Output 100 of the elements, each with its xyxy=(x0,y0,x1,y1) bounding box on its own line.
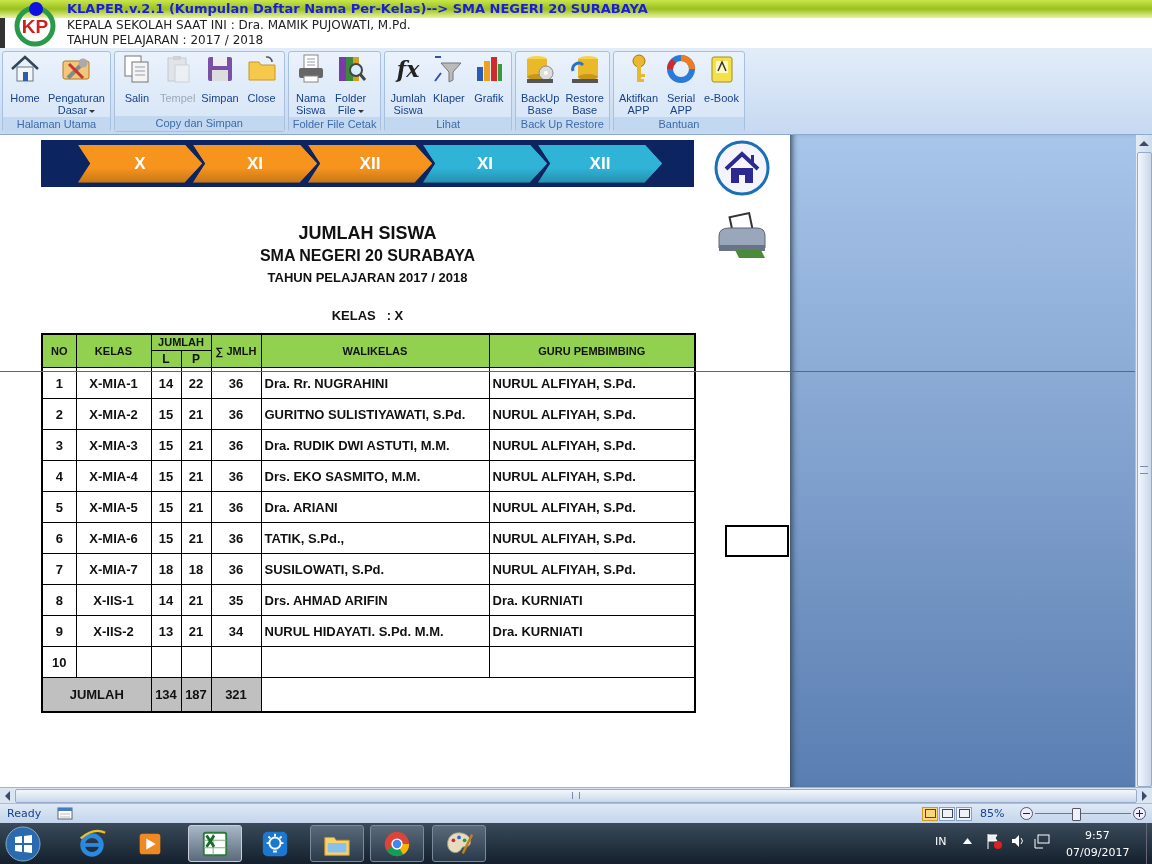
taskbar-button[interactable] xyxy=(310,825,364,862)
table-cell: 2 xyxy=(42,398,76,430)
column-header: GURU PEMBIMBING xyxy=(489,334,695,368)
table-cell: Drs. AHMAD ARIFIN xyxy=(261,584,489,616)
table-cell: 4 xyxy=(42,460,76,492)
caret-icon[interactable] xyxy=(963,838,972,844)
table-cell: 36 xyxy=(211,553,261,585)
column-header: KELAS xyxy=(76,334,151,368)
vertical-scrollbar[interactable] xyxy=(1135,135,1152,787)
view-button[interactable] xyxy=(956,806,972,821)
status-text: Ready xyxy=(6,807,43,820)
school-year: TAHUN PELAJARAN 2017 / 2018 xyxy=(267,270,468,285)
ribbon-button[interactable]: BackUp Base xyxy=(517,52,563,117)
funnel-icon xyxy=(432,53,465,85)
table-cell: X-IIS-2 xyxy=(76,615,151,647)
table-cell: Dra. ARIANI xyxy=(261,491,489,523)
column-header: ∑ JMLH xyxy=(211,334,261,368)
ribbon-group-label: Folder File Cetak xyxy=(288,117,381,132)
table-cell: 18 xyxy=(151,553,181,585)
table-cell: Drs. EKO SASMITO, M.M. xyxy=(261,460,489,492)
browser-icon xyxy=(77,828,107,859)
ribbon-button[interactable]: Restore Base xyxy=(562,52,607,117)
ribbon-group-label: Lihat xyxy=(385,117,511,132)
table-cell: 36 xyxy=(211,491,261,523)
ribbon-button[interactable]: Pengaturan Dasar xyxy=(45,52,108,117)
ribbon-button[interactable]: Serial APP xyxy=(661,52,702,117)
table-cell: 36 xyxy=(211,460,261,492)
total-label: JUMLAH xyxy=(42,677,151,712)
table-cell: 8 xyxy=(42,584,76,616)
house-icon xyxy=(9,53,41,85)
input-language[interactable]: IN xyxy=(935,835,947,848)
table-cell: 15 xyxy=(151,429,181,461)
table-cell: 14 xyxy=(151,584,181,616)
column-header: NO xyxy=(42,334,76,368)
taskbar-button[interactable] xyxy=(188,825,242,862)
class-label: KELAS : X xyxy=(331,308,404,323)
flag-icon[interactable] xyxy=(986,833,1002,849)
ribbon-group-label: Back Up Restore xyxy=(515,117,609,132)
table-cell: 7 xyxy=(42,553,76,585)
table-cell: 36 xyxy=(211,398,261,430)
home-button[interactable] xyxy=(714,139,770,197)
table-cell: 36 xyxy=(211,522,261,554)
view-button[interactable] xyxy=(922,806,938,821)
function-icon: fx xyxy=(392,53,425,85)
logo-text: KP xyxy=(21,16,49,37)
clock-date[interactable]: 07/09/2017 xyxy=(1066,846,1130,859)
zoom-in-button[interactable] xyxy=(1133,807,1146,820)
ribbon-button[interactable]: Simpan xyxy=(198,52,242,116)
ribbon-button[interactable]: Home xyxy=(5,52,45,117)
table-cell: X-IIS-1 xyxy=(76,584,151,616)
taskbar-button[interactable] xyxy=(432,825,486,862)
table-cell: 35 xyxy=(211,584,261,616)
ribbon-button[interactable]: e-Book xyxy=(701,52,742,117)
column-header: JUMLAH xyxy=(151,334,211,351)
zoom-out-button[interactable] xyxy=(1020,807,1033,820)
ribbon-button[interactable]: Folder File xyxy=(330,52,371,117)
table-cell: GURITNO SULISTIYAWATI, S.Pd. xyxy=(261,398,489,430)
table-cell: 21 xyxy=(181,491,211,523)
ribbon-group-label: Bantuan xyxy=(613,117,744,132)
table-cell: X-MIA-6 xyxy=(76,522,151,554)
table-cell: 13 xyxy=(151,615,181,647)
app-title: KLAPER.v.2.1 (Kumpulan Daftar Nama Per-Kelas)--> SMA NEGERI 20 SURABAYA xyxy=(0,0,1152,18)
table-cell: 21 xyxy=(181,615,211,647)
zoom-level: 85% xyxy=(980,807,1006,820)
table-cell: X-MIA-7 xyxy=(76,553,151,585)
ribbon-button[interactable]: Aktifkan APP xyxy=(615,52,662,117)
table-cell: X-MIA-3 xyxy=(76,429,151,461)
network-icon[interactable] xyxy=(1034,833,1050,849)
table-cell: 21 xyxy=(181,429,211,461)
view-button[interactable] xyxy=(939,806,955,821)
zoom-slider-thumb[interactable] xyxy=(1072,807,1082,821)
table-cell: 15 xyxy=(151,522,181,554)
speaker-icon[interactable] xyxy=(1011,834,1025,848)
ring-icon xyxy=(665,53,698,85)
table-cell: NURUL HIDAYATI. S.Pd. M.M. xyxy=(261,615,489,647)
table-cell: 6 xyxy=(42,522,76,554)
table-cell: 3 xyxy=(42,429,76,461)
school-year-label: TAHUN PELAJARAN : 2017 / 2018 xyxy=(67,33,265,48)
school-name: SMA NEGERI 20 SURABAYA xyxy=(259,247,476,265)
table-cell: 5 xyxy=(42,491,76,523)
ribbon-button[interactable]: Close xyxy=(241,52,282,116)
table-cell: X-MIA-4 xyxy=(76,460,151,492)
ribbon-button[interactable]: Nama Siswa xyxy=(290,52,331,117)
ribbon-button[interactable]: Salin xyxy=(116,52,157,116)
table-cell: 34 xyxy=(211,615,261,647)
table-cell: 10 xyxy=(42,646,76,678)
clock-time[interactable]: 9:57 xyxy=(1085,829,1110,842)
ribbon-button[interactable]: fx Jumlah Siswa xyxy=(387,52,429,117)
ribbon-group-label: Halaman Utama xyxy=(3,117,110,132)
ribbon-button[interactable]: Grafik xyxy=(468,52,509,117)
table-cell: 15 xyxy=(151,398,181,430)
table-cell: X-MIA-5 xyxy=(76,491,151,523)
table-cell: 21 xyxy=(181,398,211,430)
start-button[interactable] xyxy=(4,825,42,863)
ribbon-group-label: Copy dan Simpan xyxy=(114,116,284,131)
taskbar-button[interactable] xyxy=(370,825,424,862)
table-cell: 321 xyxy=(211,677,261,712)
table-cell: 21 xyxy=(181,584,211,616)
macro-recorder-icon[interactable] xyxy=(57,807,73,820)
ribbon-button[interactable]: Klaper xyxy=(428,52,469,117)
